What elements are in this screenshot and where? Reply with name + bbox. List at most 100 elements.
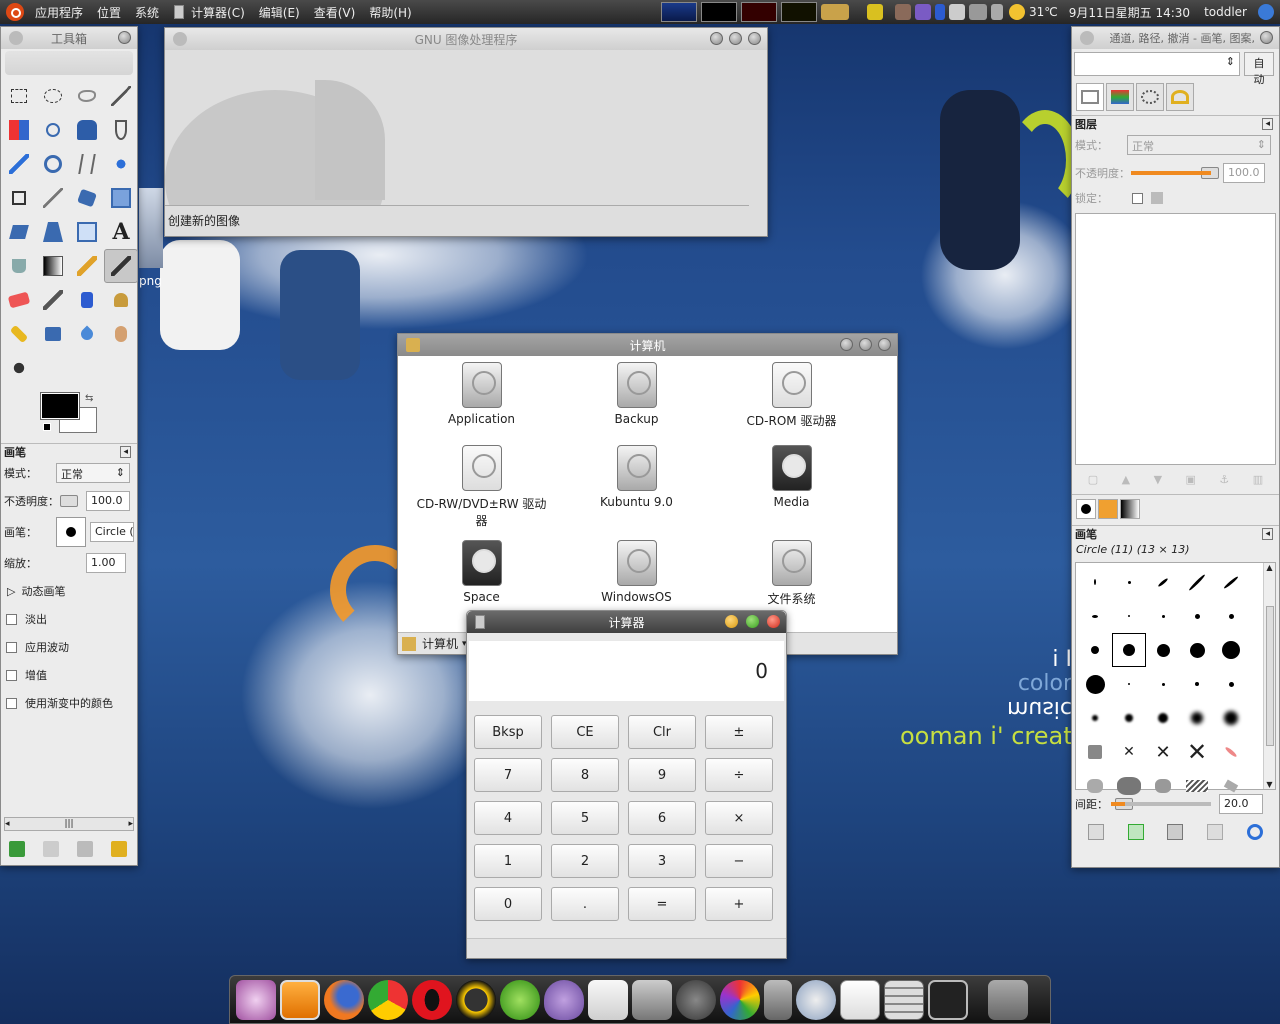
tab-channels[interactable] xyxy=(1106,83,1134,111)
location-label[interactable]: 计算机 xyxy=(422,635,458,652)
foreground-select-tool[interactable] xyxy=(70,113,104,147)
smudge-tool[interactable] xyxy=(104,317,138,351)
opacity-slider[interactable] xyxy=(60,495,78,507)
refresh-brushes-icon[interactable] xyxy=(1247,824,1264,840)
anchor-layer-icon[interactable]: ⚓ xyxy=(1219,473,1229,486)
maximize-button[interactable] xyxy=(859,338,872,351)
scroll-down-icon[interactable]: ▼ xyxy=(1266,780,1272,789)
rect-select-tool[interactable] xyxy=(2,79,36,113)
brush-item[interactable]: ✕ xyxy=(1146,735,1180,769)
firefox-icon[interactable] xyxy=(324,979,364,1020)
brush-item[interactable] xyxy=(1214,667,1248,701)
drive-item[interactable]: Backup xyxy=(559,362,714,445)
key-3[interactable]: 3 xyxy=(628,844,696,878)
scroll-left-icon[interactable]: ◂ xyxy=(5,819,10,829)
calculator-titlebar[interactable]: 计算器 xyxy=(467,611,786,633)
scissors-tool[interactable] xyxy=(36,113,70,147)
menu-help[interactable]: 帮助(H) xyxy=(362,4,418,21)
layer-opacity-slider[interactable] xyxy=(1131,171,1211,175)
key-1[interactable]: 1 xyxy=(474,844,542,878)
perspective-tool[interactable] xyxy=(36,215,70,249)
key-4[interactable]: 4 xyxy=(474,801,542,835)
menu-edit[interactable]: 编辑(E) xyxy=(252,4,307,21)
brush-item[interactable] xyxy=(1180,701,1214,735)
lower-layer-icon[interactable]: ▼ xyxy=(1154,473,1162,486)
menu-calculator[interactable]: 计算器(C) xyxy=(184,4,252,21)
key-clear[interactable]: Clr xyxy=(628,715,696,749)
menu-places[interactable]: 位置 xyxy=(90,4,128,21)
brush-item[interactable]: ✕ xyxy=(1180,735,1214,769)
gimp-canvas-area[interactable] xyxy=(165,50,767,205)
duplicate-brush-icon[interactable] xyxy=(1167,824,1184,840)
notes-icon[interactable] xyxy=(867,4,883,20)
checkbox-box[interactable] xyxy=(6,613,17,625)
brush-preview-button[interactable] xyxy=(56,517,86,547)
key-subtract[interactable]: − xyxy=(705,844,773,878)
spacing-input[interactable]: 20.0 xyxy=(1219,794,1263,814)
text-tool[interactable]: A xyxy=(104,215,138,249)
key-6[interactable]: 6 xyxy=(628,801,696,835)
key-equals[interactable]: = xyxy=(628,887,696,921)
jitter-checkbox[interactable]: 应用波动 xyxy=(1,633,137,661)
fade-checkbox[interactable]: 淡出 xyxy=(1,605,137,633)
brush-item[interactable] xyxy=(1146,633,1180,667)
move-tool[interactable] xyxy=(104,147,138,181)
tab-gradients[interactable] xyxy=(1120,499,1140,519)
qq-icon[interactable] xyxy=(456,979,496,1020)
close-button[interactable] xyxy=(748,32,761,45)
crop-tool[interactable] xyxy=(36,181,70,215)
zoom-tool[interactable] xyxy=(36,147,70,181)
flip-tool[interactable] xyxy=(70,215,104,249)
checkbox-box[interactable] xyxy=(6,641,17,653)
menu-view[interactable]: 查看(V) xyxy=(307,4,363,21)
brush-item[interactable] xyxy=(1214,735,1248,769)
heal-tool[interactable] xyxy=(2,317,36,351)
workspace-icon[interactable] xyxy=(821,4,849,20)
drive-item[interactable]: Application xyxy=(404,362,559,445)
close-button[interactable] xyxy=(118,31,131,44)
brush-item[interactable] xyxy=(1180,667,1214,701)
drive-item[interactable]: Media xyxy=(714,445,869,540)
key-multiply[interactable]: × xyxy=(705,801,773,835)
scale-tool[interactable] xyxy=(104,181,138,215)
maximize-button[interactable] xyxy=(746,615,759,628)
blend-tool[interactable] xyxy=(36,249,70,283)
tab-patterns[interactable] xyxy=(1098,499,1118,519)
menu-system[interactable]: 系统 xyxy=(128,4,166,21)
brush-item[interactable] xyxy=(1078,667,1112,701)
brush-item[interactable] xyxy=(1214,565,1248,599)
new-brush-icon[interactable] xyxy=(1127,824,1144,840)
tray-app-icon[interactable] xyxy=(949,4,965,20)
paths-tool[interactable] xyxy=(104,113,138,147)
mail-icon[interactable] xyxy=(588,979,628,1020)
close-button[interactable] xyxy=(767,615,780,628)
tab-undo[interactable] xyxy=(1166,83,1194,111)
basketball-icon[interactable] xyxy=(500,979,540,1020)
airbrush-tool[interactable] xyxy=(36,283,70,317)
brush-item[interactable] xyxy=(1180,565,1214,599)
scroll-thumb[interactable]: ||| xyxy=(64,819,73,829)
clock[interactable]: 9月11日星期五 14:30 xyxy=(1062,4,1197,21)
network-icon[interactable] xyxy=(915,4,931,20)
power-icon[interactable] xyxy=(895,4,911,20)
key-divide[interactable]: ÷ xyxy=(705,758,773,792)
image-menu[interactable]: ⇕ xyxy=(1074,52,1240,76)
delete-brush-icon[interactable] xyxy=(1207,824,1224,840)
settings-icon[interactable] xyxy=(236,979,276,1020)
close-button[interactable] xyxy=(1260,31,1273,44)
perspective-clone-tool[interactable] xyxy=(36,317,70,351)
lock-alpha-icon[interactable] xyxy=(1151,192,1163,204)
opera-icon[interactable] xyxy=(412,979,452,1020)
bluetooth-icon[interactable] xyxy=(935,4,945,20)
key-sign[interactable]: ± xyxy=(705,715,773,749)
key-8[interactable]: 8 xyxy=(551,758,619,792)
bucket-fill-tool[interactable] xyxy=(2,249,36,283)
brushes-scrollbar[interactable]: ▲ ▼ xyxy=(1263,563,1275,789)
auto-button[interactable]: 自动 xyxy=(1244,52,1274,86)
key-add[interactable]: + xyxy=(705,887,773,921)
picasa-icon[interactable] xyxy=(720,979,760,1020)
brush-item[interactable] xyxy=(1146,769,1180,803)
brush-item[interactable] xyxy=(1112,667,1146,701)
key-0[interactable]: 0 xyxy=(474,887,542,921)
align-tool[interactable] xyxy=(2,181,36,215)
